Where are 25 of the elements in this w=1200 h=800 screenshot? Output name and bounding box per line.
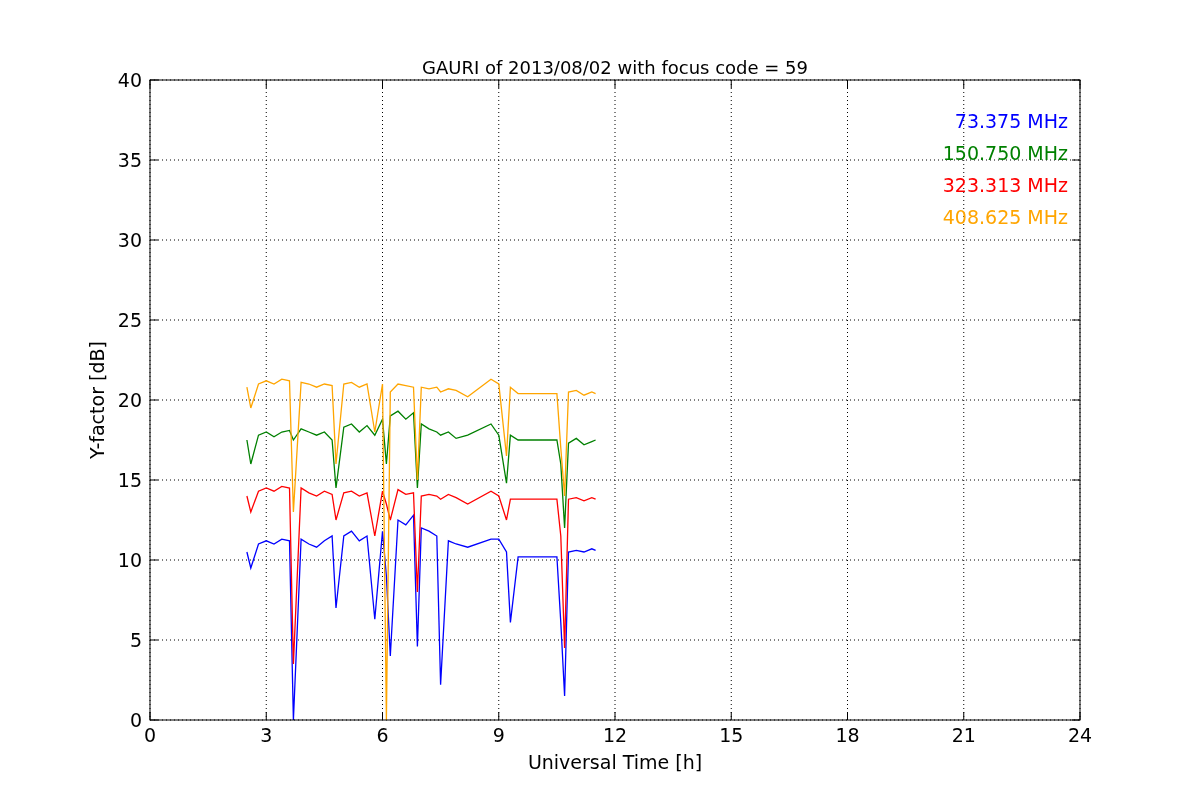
y-tick-label: 40	[117, 69, 142, 91]
x-tick-label: 3	[260, 724, 273, 746]
legend-label: 408.625 MHz	[942, 206, 1068, 228]
y-axis-label: Y-factor [dB]	[86, 341, 108, 459]
x-tick-label: 9	[492, 724, 505, 746]
legend-label: 73.375 MHz	[954, 110, 1068, 132]
x-tick-label: 18	[835, 724, 860, 746]
legend-label: 150.750 MHz	[942, 142, 1068, 164]
y-tick-label: 0	[129, 709, 142, 731]
legend-label: 323.313 MHz	[942, 174, 1068, 196]
y-tick-label: 25	[117, 309, 142, 331]
chart-title: GAURI of 2013/08/02 with focus code = 59	[422, 57, 808, 78]
x-tick-label: 0	[143, 724, 157, 746]
y-tick-label: 20	[117, 389, 142, 411]
x-tick-label: 6	[376, 724, 389, 746]
y-tick-label: 15	[117, 469, 142, 491]
x-tick-label: 15	[719, 724, 744, 746]
y-tick-label: 5	[129, 629, 142, 651]
x-axis-label: Universal Time [h]	[527, 751, 703, 773]
y-tick-label: 30	[117, 229, 142, 251]
x-tick-label: 12	[602, 724, 628, 746]
y-tick-label: 10	[117, 549, 142, 571]
x-tick-label: 24	[1067, 724, 1093, 746]
y-tick-label: 35	[117, 149, 142, 171]
x-tick-label: 21	[951, 724, 976, 746]
